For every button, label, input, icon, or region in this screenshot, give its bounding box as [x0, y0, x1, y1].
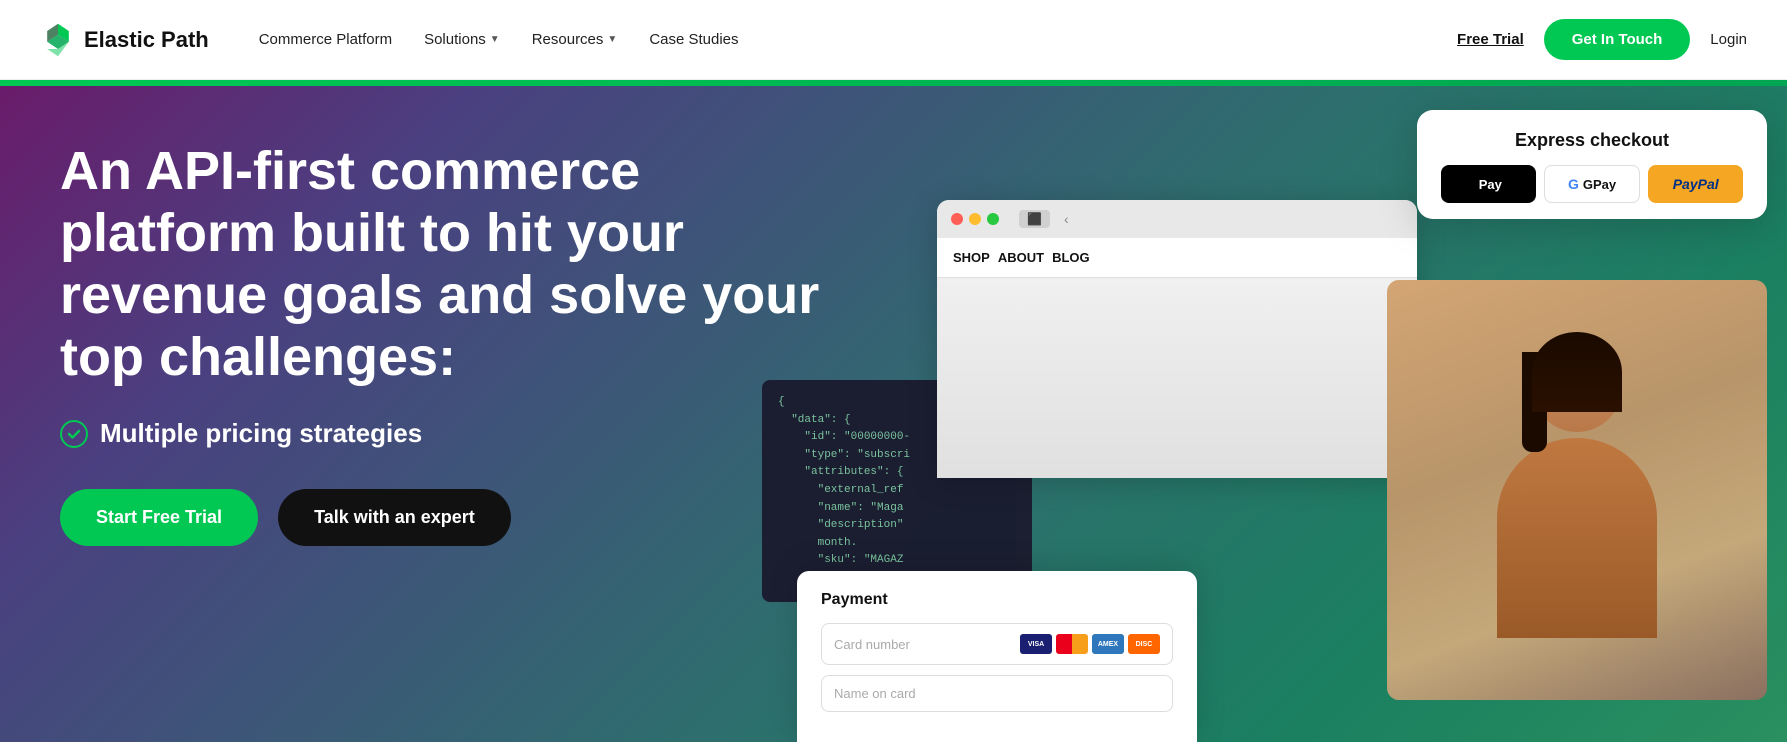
login-link[interactable]: Login: [1710, 31, 1747, 48]
person-silhouette: [1497, 342, 1657, 638]
code-line: month.: [778, 535, 1016, 553]
get-in-touch-button[interactable]: Get In Touch: [1544, 19, 1691, 60]
browser-maximize-dot: [987, 213, 999, 225]
express-payment-buttons: Pay G GPay PayPal: [1441, 165, 1743, 203]
hero-section: An API-first commerce platform built to …: [0, 80, 1787, 742]
checkout-title: Express checkout: [1441, 130, 1743, 151]
check-circle-icon: [60, 420, 88, 448]
code-line: "sku": "MAGAZ: [778, 552, 1016, 570]
name-on-card-input[interactable]: Name on card: [821, 675, 1173, 712]
browser-close-dot: [951, 213, 963, 225]
logo-text: Elastic Path: [84, 27, 209, 53]
nav-actions: Free Trial Get In Touch Login: [1457, 19, 1747, 60]
express-checkout-card: Express checkout Pay G GPay PayPal: [1417, 110, 1767, 219]
browser-about-link[interactable]: ABOUT: [998, 246, 1044, 269]
visa-icon: VISA: [1020, 634, 1052, 654]
navbar: Elastic Path Commerce Platform Solutions…: [0, 0, 1787, 80]
person-body: [1497, 438, 1657, 638]
google-pay-button[interactable]: G GPay: [1544, 165, 1641, 203]
amex-icon: AMEX: [1092, 634, 1124, 654]
hero-buttons: Start Free Trial Talk with an expert: [60, 489, 820, 546]
code-line: "name": "Maga: [778, 500, 1016, 518]
nav-links: Commerce Platform Solutions ▼ Resources …: [259, 31, 1457, 48]
nav-solutions[interactable]: Solutions ▼: [424, 31, 500, 48]
browser-window: ⬛ ‹ SHOP ABOUT BLOG: [937, 200, 1417, 478]
browser-shop-link[interactable]: SHOP: [953, 246, 990, 269]
browser-dots: [951, 213, 999, 225]
card-icons: VISA MC AMEX DISC: [1020, 634, 1160, 654]
nav-resources[interactable]: Resources ▼: [532, 31, 618, 48]
discover-icon: DISC: [1128, 634, 1160, 654]
free-trial-link[interactable]: Free Trial: [1457, 31, 1524, 48]
code-line: "description": [778, 517, 1016, 535]
browser-back-button[interactable]: ⬛: [1019, 210, 1050, 228]
hero-feature: Multiple pricing strategies: [60, 418, 820, 449]
browser-content: [937, 278, 1417, 478]
person-placeholder: [1387, 280, 1767, 700]
browser-forward-icon: ‹: [1064, 211, 1069, 227]
card-number-placeholder: Card number: [834, 637, 910, 652]
talk-with-expert-button[interactable]: Talk with an expert: [278, 489, 511, 546]
person-hair: [1532, 332, 1622, 412]
resources-dropdown-arrow: ▼: [607, 34, 617, 45]
hero-headline: An API-first commerce platform built to …: [60, 140, 820, 388]
hero-content: An API-first commerce platform built to …: [60, 140, 820, 546]
logo[interactable]: Elastic Path: [40, 22, 209, 58]
start-free-trial-button[interactable]: Start Free Trial: [60, 489, 258, 546]
hero-feature-text: Multiple pricing strategies: [100, 418, 422, 449]
browser-minimize-dot: [969, 213, 981, 225]
elastic-path-logo-icon: [40, 22, 76, 58]
checkmark-icon: [66, 426, 82, 442]
browser-nav: SHOP ABOUT BLOG: [937, 238, 1417, 278]
code-line: "external_ref: [778, 482, 1016, 500]
payment-card: Payment Card number VISA MC AMEX DISC Na…: [797, 571, 1197, 742]
person-image: [1387, 280, 1767, 700]
google-icon: G: [1568, 176, 1579, 192]
mastercard-icon: MC: [1056, 634, 1088, 654]
apple-pay-button[interactable]: Pay: [1441, 165, 1536, 203]
card-number-input[interactable]: Card number VISA MC AMEX DISC: [821, 623, 1173, 665]
nav-case-studies[interactable]: Case Studies: [649, 31, 738, 48]
browser-blog-link[interactable]: BLOG: [1052, 246, 1090, 269]
browser-titlebar: ⬛ ‹: [937, 200, 1417, 238]
paypal-button[interactable]: PayPal: [1648, 165, 1743, 203]
nav-commerce-platform[interactable]: Commerce Platform: [259, 31, 392, 48]
solutions-dropdown-arrow: ▼: [490, 34, 500, 45]
name-on-card-placeholder: Name on card: [834, 686, 916, 701]
payment-title: Payment: [821, 591, 1173, 609]
